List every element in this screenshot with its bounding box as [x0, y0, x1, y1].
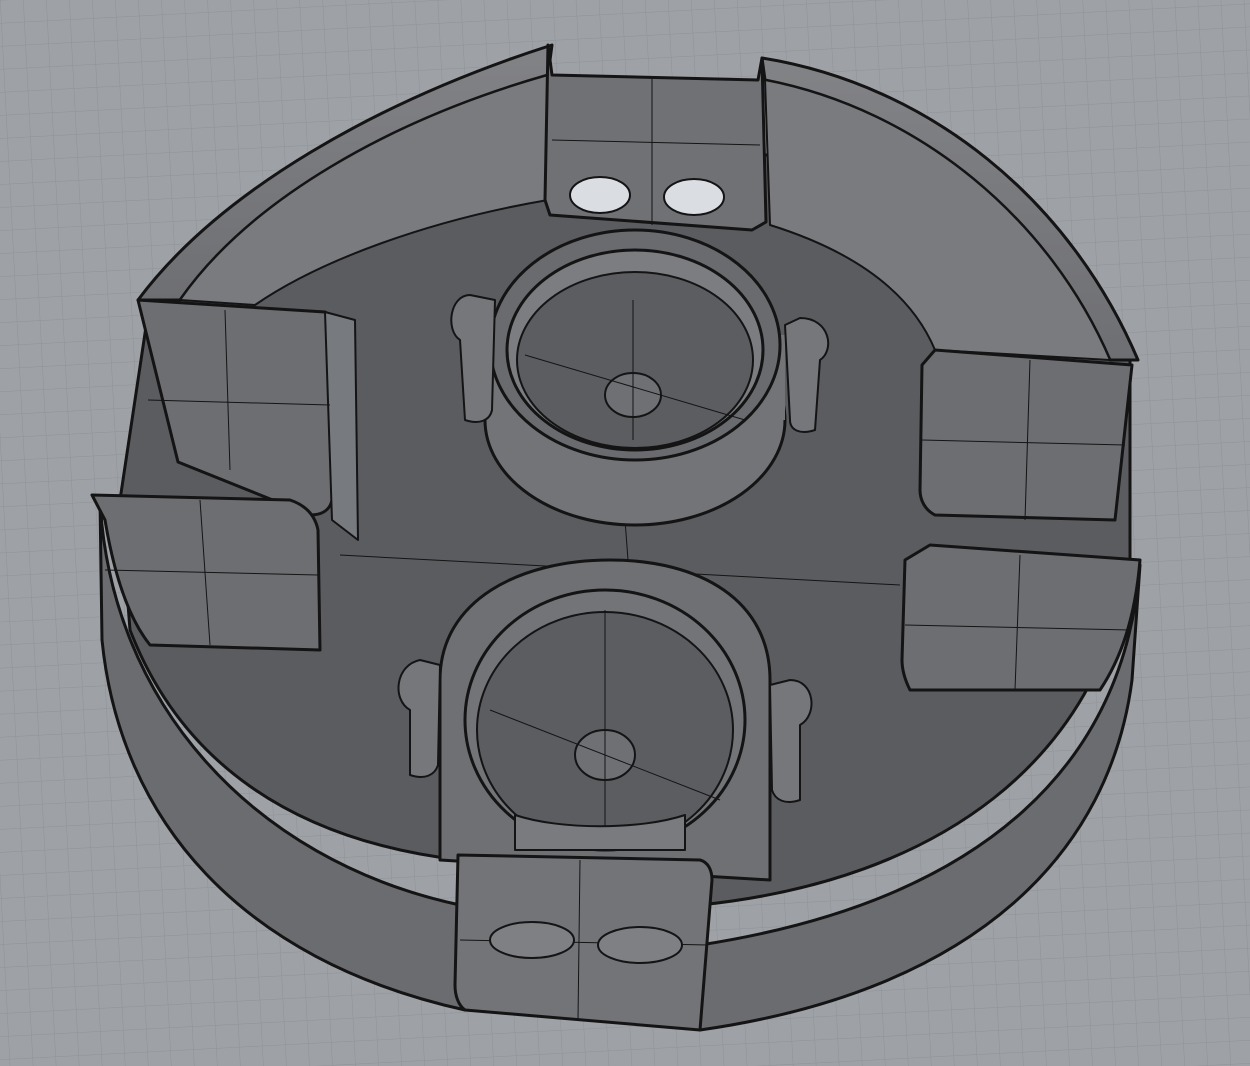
- right-tab-lower: [900, 543, 1142, 692]
- model[interactable]: [90, 43, 1142, 1032]
- 3d-viewport[interactable]: [0, 0, 1250, 1066]
- top-tab-hole-right: [663, 178, 725, 216]
- bottom-tab-hole-left: [489, 921, 575, 959]
- top-tab-hole-left: [569, 176, 631, 214]
- bottom-socket: [438, 558, 772, 882]
- bottom-tab-hole-right: [597, 926, 683, 964]
- top-socket: [483, 228, 787, 527]
